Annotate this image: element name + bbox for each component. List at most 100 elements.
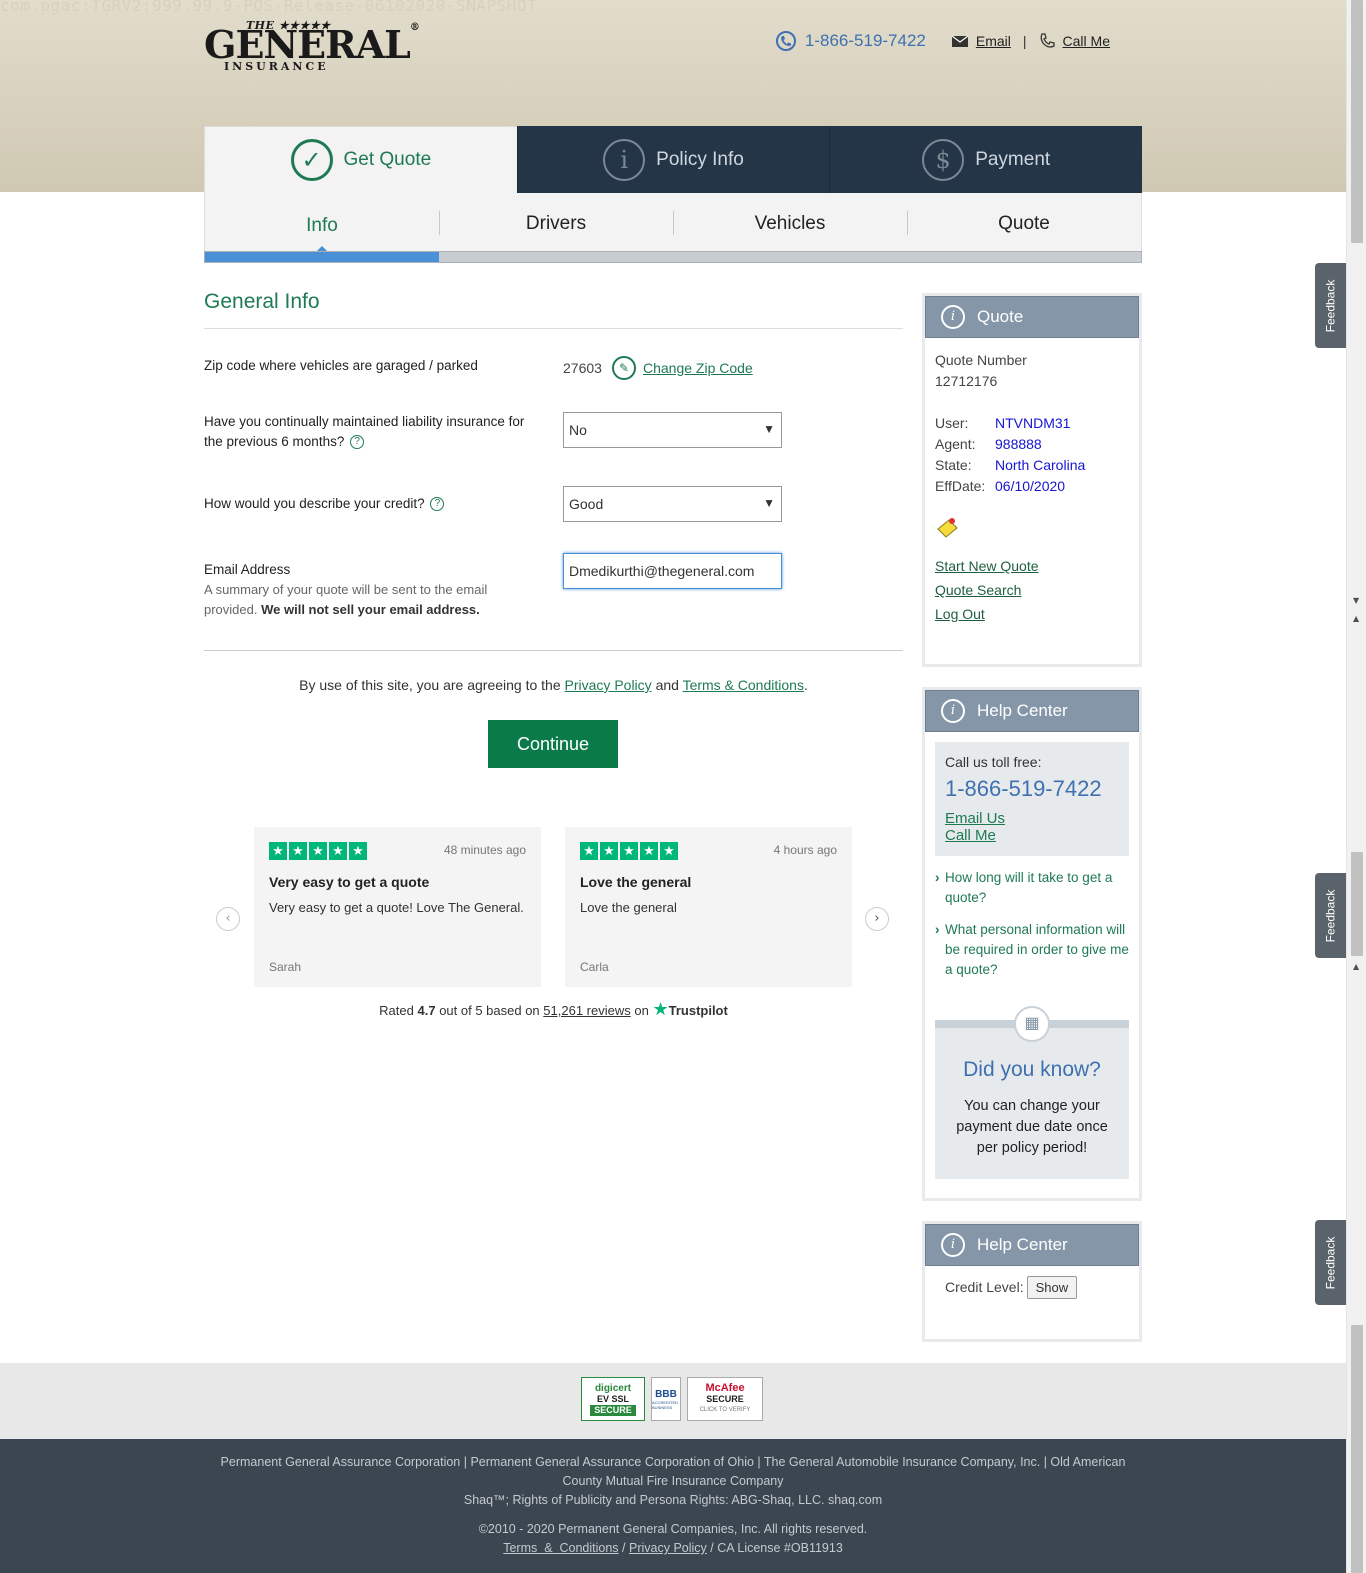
tab-get-quote[interactable]: ✓ Get Quote <box>204 126 517 193</box>
scrollbar-thumb[interactable] <box>1351 0 1363 243</box>
email-us-link[interactable]: Email Us <box>945 810 1119 827</box>
scrollbar-thumb[interactable] <box>1351 1325 1363 1573</box>
call-me-link[interactable]: Call Me <box>945 827 1119 844</box>
faq-link[interactable]: What personal information will be requir… <box>935 920 1129 980</box>
zip-label: Zip code where vehicles are garaged / pa… <box>204 358 478 373</box>
info-circle-icon: i <box>603 138 646 181</box>
review-card[interactable]: ★ ★ ★ ★ ★ 48 minutes ago Very easy to get a … <box>254 827 541 987</box>
chevron-right-icon[interactable]: › <box>865 907 889 931</box>
help-center-header: i Help Center <box>925 1224 1139 1266</box>
footer-terms-link[interactable]: Terms & Conditions <box>503 1541 618 1555</box>
quote-search-link[interactable]: Quote Search <box>935 582 1129 598</box>
quote-panel: i Quote Quote Number 12712176 User: NTVNDM… <box>922 293 1142 667</box>
privacy-policy-link[interactable]: Privacy Policy <box>565 677 652 693</box>
digicert-badge[interactable]: digicert EV SSL SECURE <box>581 1377 645 1421</box>
phone-24h-icon <box>775 31 796 51</box>
scroll-up-arrow[interactable]: ▲ <box>1353 962 1359 971</box>
subtab-drivers[interactable]: Drivers <box>439 193 673 251</box>
email-input[interactable]: Dmedikurthi@thegeneral.com <box>563 553 782 589</box>
subtab-vehicles[interactable]: Vehicles <box>673 193 907 251</box>
logo-insurance: INSURANCE <box>224 60 329 73</box>
feedback-tab[interactable]: Feedback <box>1315 263 1346 348</box>
liability-select[interactable]: No ▼ <box>563 412 782 448</box>
start-new-quote-link[interactable]: Start New Quote <box>935 558 1129 574</box>
tab-label: Policy Info <box>656 148 744 170</box>
terms-link[interactable]: Terms & Conditions <box>683 677 804 693</box>
page-scrollbar[interactable]: ▼ ▲ ▲ <box>1346 0 1366 1573</box>
header-email-link[interactable]: Email <box>976 33 1011 49</box>
info-icon: i <box>941 305 965 329</box>
phone-icon <box>1040 33 1055 48</box>
help-center-credit-panel: i Help Center Credit Level: Show <box>922 1221 1142 1342</box>
check-circle-icon: ✓ <box>290 139 333 181</box>
review-time: 48 minutes ago <box>443 843 526 857</box>
scroll-up-arrow[interactable]: ▲ <box>1353 614 1359 623</box>
header-call-me-link[interactable]: Call Me <box>1063 33 1110 49</box>
review-title: Very easy to get a quote <box>269 874 430 890</box>
toll-free-label: Call us toll free: <box>945 754 1042 770</box>
credit-select[interactable]: Good ▼ <box>563 486 782 522</box>
feedback-tab[interactable]: Feedback <box>1315 873 1346 958</box>
quote-field-agent: Agent: 988888 <box>935 436 1042 452</box>
review-time: 4 hours ago <box>773 843 837 857</box>
chevron-left-icon[interactable]: ‹ <box>216 907 240 931</box>
feedback-tab[interactable]: Feedback <box>1315 1220 1346 1305</box>
dollar-circle-icon: $ <box>922 138 965 181</box>
trust-badges-band: digicert EV SSL SECURE BBB ACCREDITED BU… <box>0 1363 1346 1439</box>
quote-field-effdate: EffDate: 06/10/2020 <box>935 478 1066 494</box>
did-you-know-body: You can change your payment due date onc… <box>956 1098 1108 1156</box>
footer-privacy-link[interactable]: Privacy Policy <box>629 1541 707 1555</box>
footer-license: / CA License #OB11913 <box>710 1541 843 1555</box>
scrollbar-thumb[interactable] <box>1351 852 1363 956</box>
chevron-down-icon: ▼ <box>763 496 775 510</box>
header-separator: | <box>1022 33 1027 49</box>
step-progress-bar <box>204 251 1142 263</box>
subtab-quote[interactable]: Quote <box>907 193 1141 251</box>
mcafee-badge[interactable]: McAfee SECURE CLICK TO VERIFY <box>687 1377 763 1421</box>
chevron-down-icon: ▼ <box>763 422 775 436</box>
footer-links: Terms & Conditions / Privacy Policy / CA… <box>503 1541 843 1555</box>
footer-companies: Permanent General Assurance Corporation … <box>220 1455 1126 1488</box>
liability-label: Have you continually maintained liabilit… <box>204 414 525 450</box>
quote-field-user: User: NTVNDM31 <box>935 415 1071 431</box>
continue-button[interactable]: Continue <box>488 720 618 768</box>
credit-label: How would you describe your credit? ? <box>204 494 544 514</box>
change-zip-link[interactable]: Change Zip Code <box>643 360 753 376</box>
site-footer: Permanent General Assurance Corporation … <box>0 1439 1346 1573</box>
quote-number: 12712176 <box>935 373 998 389</box>
trustpilot-logo[interactable]: Trustpilot <box>669 1003 728 1018</box>
help-phone[interactable]: 1-866-519-7422 <box>945 776 1119 802</box>
faq-link[interactable]: How long will it take to get a quote? <box>935 868 1129 908</box>
zip-value: 27603 <box>563 360 602 376</box>
agreement-text: By use of this site, you are agreeing to… <box>299 677 808 693</box>
log-out-link[interactable]: Log Out <box>935 606 1129 622</box>
quote-field-state: State: North Carolina <box>935 457 1086 473</box>
help-question-icon[interactable]: ? <box>430 497 445 512</box>
header-phone-link[interactable]: 1-866-519-7422 <box>805 31 926 51</box>
scroll-down-arrow[interactable]: ▼ <box>1353 596 1359 605</box>
email-label-block: Email Address A summary of your quote wi… <box>204 560 534 620</box>
the-general-logo[interactable]: THE ★★★★★ GENERAL® INSURANCE <box>204 18 420 76</box>
help-question-icon[interactable]: ? <box>350 435 365 450</box>
tab-payment[interactable]: $ Payment <box>829 126 1143 193</box>
top-contact-bar: 1-866-519-7422 Email | Call Me <box>775 30 1110 52</box>
footer-shaq: Shaq™; Rights of Publicity and Persona R… <box>463 1493 883 1507</box>
pencil-icon[interactable]: ✎ <box>612 356 636 380</box>
review-author: Carla <box>580 960 609 974</box>
tab-policy-info[interactable]: i Policy Info <box>516 126 830 193</box>
quote-panel-header: i Quote <box>925 296 1139 338</box>
review-card[interactable]: ★ ★ ★ ★ ★ 4 hours ago Love the general Love … <box>565 827 852 987</box>
quote-number-label: Quote Number <box>935 352 1027 368</box>
trustpilot-summary: Rated 4.7 out of 5 based on 51,261 revie… <box>379 999 728 1019</box>
show-credit-button[interactable]: Show <box>1026 1276 1078 1299</box>
subtab-info[interactable]: Info <box>205 193 439 253</box>
footer-copyright: ©2010 - 2020 Permanent General Companies… <box>478 1522 868 1536</box>
review-author: Sarah <box>269 960 302 974</box>
trustpilot-reviews: ‹ ★ ★ ★ ★ ★ 48 minutes ago Very easy to get … <box>216 827 891 1027</box>
reviews-count-link[interactable]: 51,261 reviews <box>543 1003 630 1018</box>
help-center-header: i Help Center <box>925 690 1139 732</box>
sticky-note-icon[interactable] <box>935 515 1129 544</box>
section-title: General Info <box>204 290 903 329</box>
progress-fill <box>205 252 439 262</box>
bbb-badge[interactable]: BBB ACCREDITED BUSINESS <box>651 1377 681 1421</box>
